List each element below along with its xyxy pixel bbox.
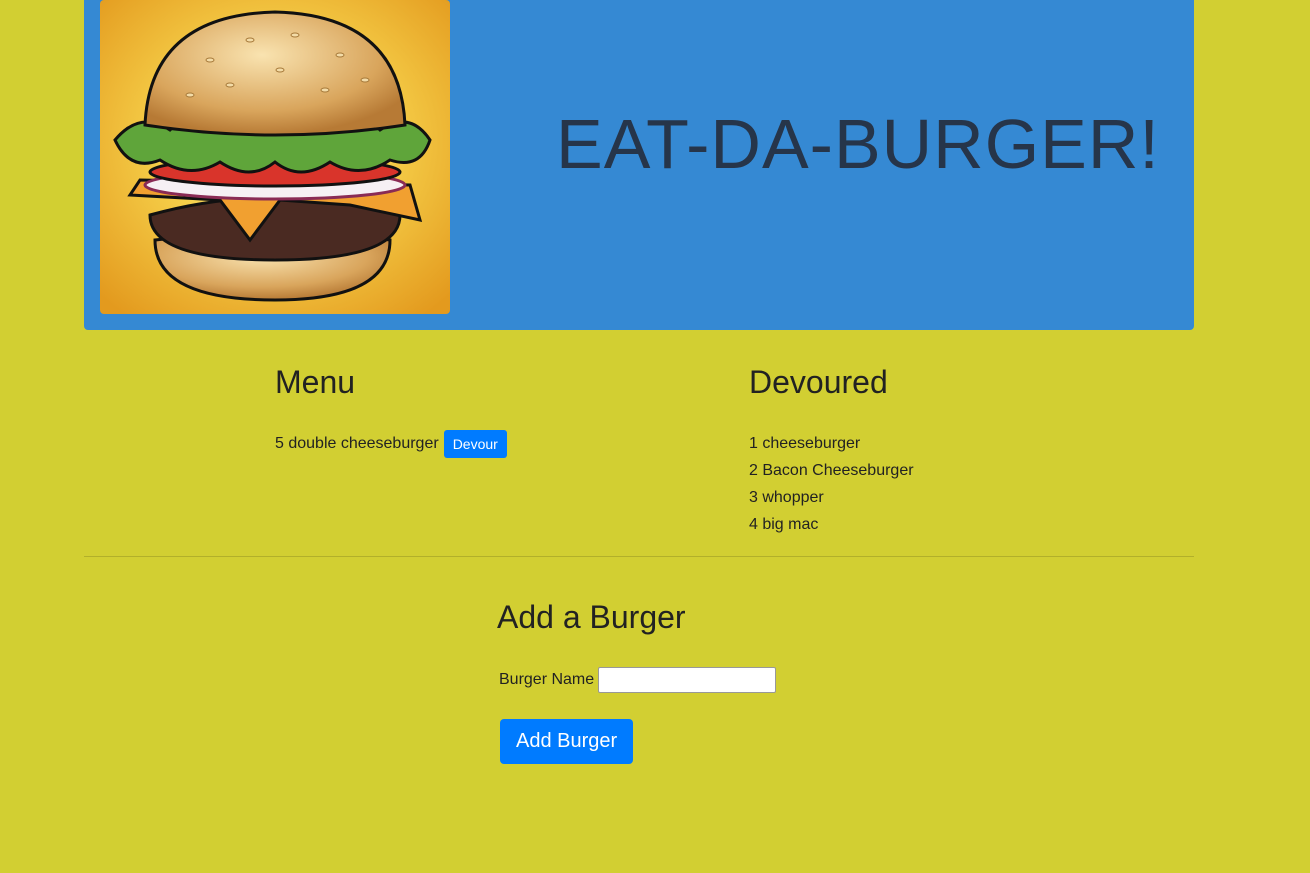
- burger-name-label: Burger Name: [499, 671, 595, 688]
- devoured-item: 3 whopper: [749, 489, 824, 506]
- devoured-list: 1 cheeseburger 2 Bacon Cheeseburger 3 wh…: [749, 430, 1149, 538]
- add-burger-form: Add a Burger Burger Name Add Burger: [497, 593, 897, 764]
- devoured-item: 4 big mac: [749, 516, 819, 533]
- add-burger-button[interactable]: Add Burger: [500, 719, 634, 764]
- section-divider: [84, 556, 1194, 557]
- burger-image: [100, 0, 450, 314]
- menu-item-label: 5 double cheeseburger: [275, 435, 439, 452]
- devoured-column: Devoured 1 cheeseburger 2 Bacon Cheesebu…: [749, 358, 1149, 538]
- burger-icon: [100, 0, 450, 314]
- add-burger-heading: Add a Burger: [497, 599, 686, 635]
- devoured-item: 1 cheeseburger: [749, 435, 861, 452]
- devour-button[interactable]: Devour: [443, 430, 507, 458]
- header-jumbotron: EAT-DA-BURGER!: [84, 0, 1194, 330]
- menu-column: Menu 5 double cheeseburger Devour: [275, 358, 675, 458]
- devoured-item: 2 Bacon Cheeseburger: [749, 462, 914, 479]
- page-title: EAT-DA-BURGER!: [556, 105, 1160, 183]
- menu-item: 5 double cheeseburger Devour: [275, 430, 675, 458]
- burger-name-row: Burger Name: [499, 667, 897, 693]
- devoured-heading: Devoured: [749, 364, 888, 400]
- burger-name-input[interactable]: [598, 667, 777, 693]
- menu-heading: Menu: [275, 364, 356, 400]
